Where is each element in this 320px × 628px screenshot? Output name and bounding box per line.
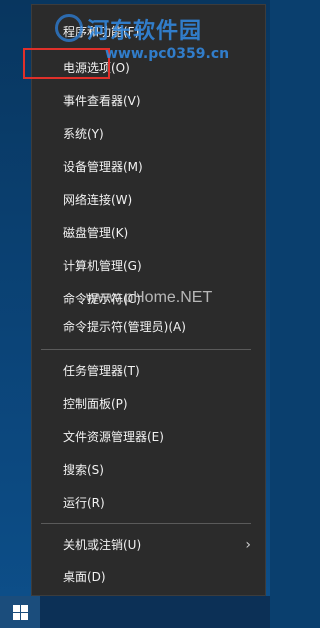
windows-logo-icon <box>13 605 28 620</box>
menu-item-file-explorer[interactable]: 文件资源管理器(E) <box>32 423 265 451</box>
menu-item-search[interactable]: 搜索(S) <box>32 456 265 484</box>
menu-item-device-manager[interactable]: 设备管理器(M) <box>32 153 265 181</box>
winx-context-menu: 程序和功能(F) 电源选项(O) 事件查看器(V) 系统(Y) 设备管理器(M)… <box>31 4 266 596</box>
chevron-right-icon: › <box>245 537 251 553</box>
menu-item-command-prompt-admin[interactable]: 命令提示符(管理员)(A) <box>32 313 265 341</box>
menu-item-command-prompt[interactable]: 命令提示符(C) <box>32 285 265 313</box>
menu-item-disk-management[interactable]: 磁盘管理(K) <box>32 219 265 247</box>
menu-item-control-panel[interactable]: 控制面板(P) <box>32 390 265 418</box>
start-button[interactable] <box>0 596 40 628</box>
taskbar <box>0 596 270 628</box>
menu-item-task-manager[interactable]: 任务管理器(T) <box>32 357 265 385</box>
menu-item-run[interactable]: 运行(R) <box>32 489 265 517</box>
menu-item-computer-management[interactable]: 计算机管理(G) <box>32 252 265 280</box>
menu-item-network-connections[interactable]: 网络连接(W) <box>32 186 265 214</box>
menu-separator <box>41 523 251 524</box>
menu-item-shutdown-signout[interactable]: 关机或注销(U) › <box>32 531 265 559</box>
menu-item-desktop[interactable]: 桌面(D) <box>32 563 265 591</box>
menu-item-power-options[interactable]: 电源选项(O) <box>32 54 265 82</box>
menu-item-label: 关机或注销(U) <box>63 538 142 552</box>
menu-item-system[interactable]: 系统(Y) <box>32 120 265 148</box>
menu-item-event-viewer[interactable]: 事件查看器(V) <box>32 87 265 115</box>
menu-item-programs-and-features[interactable]: 程序和功能(F) <box>32 18 265 46</box>
menu-separator <box>41 349 251 350</box>
